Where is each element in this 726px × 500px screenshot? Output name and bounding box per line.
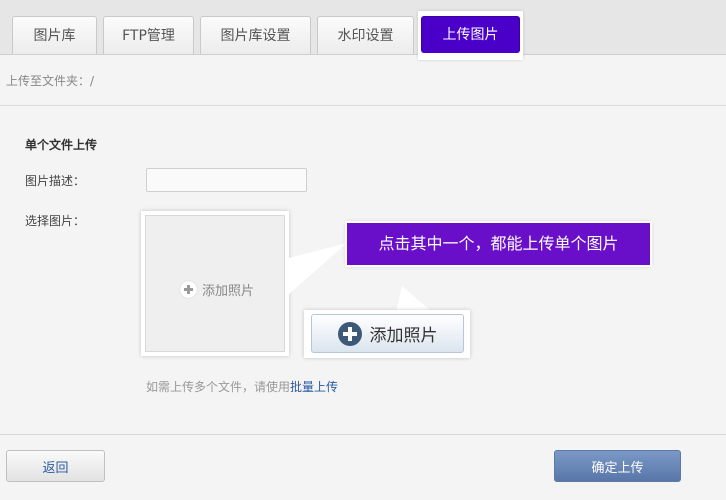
tab-upload-image[interactable]: 上传图片: [421, 16, 520, 53]
callout-pointer-left: [289, 243, 347, 294]
upload-box-highlight: 添加照片: [141, 211, 289, 356]
add-photo-button-highlight: 添加照片: [304, 310, 470, 358]
instruction-callout: 点击其中一个，都能上传单个图片: [347, 223, 650, 265]
breadcrumb: 上传至文件夹：/: [6, 74, 95, 88]
divider: [0, 105, 726, 106]
tab-library-settings[interactable]: 图片库设置: [200, 16, 311, 54]
select-image-label: 选择图片：: [25, 214, 86, 228]
add-photo-button[interactable]: 添加照片: [311, 314, 464, 353]
back-button[interactable]: 返回: [6, 450, 105, 482]
plus-circle-icon: [180, 281, 197, 298]
batch-upload-hint: 如需上传多个文件，请使用批量上传: [146, 378, 338, 395]
footer-divider: [0, 434, 726, 435]
add-photo-button-label: 添加照片: [369, 326, 438, 346]
tab-image-library[interactable]: 图片库: [12, 16, 97, 54]
batch-upload-link[interactable]: 批量上传: [290, 380, 338, 394]
active-tab-highlight: 上传图片: [418, 11, 523, 60]
tab-bar: 图片库 FTP管理 图片库设置 水印设置 上传图片: [0, 0, 726, 60]
confirm-upload-button[interactable]: 确定上传: [554, 450, 681, 482]
tab-watermark-settings[interactable]: 水印设置: [317, 16, 414, 54]
callout-pointer-bottom: [396, 286, 432, 312]
section-title: 单个文件上传: [25, 138, 98, 152]
description-input[interactable]: [146, 168, 307, 192]
hint-text: 如需上传多个文件，请使用: [146, 380, 291, 394]
tab-ftp-management[interactable]: FTP管理: [103, 16, 194, 54]
description-label: 图片描述：: [25, 174, 86, 188]
plus-circle-icon: [337, 321, 362, 346]
add-photo-box-label: 添加照片: [202, 284, 255, 299]
add-photo-box[interactable]: 添加照片: [145, 215, 285, 352]
